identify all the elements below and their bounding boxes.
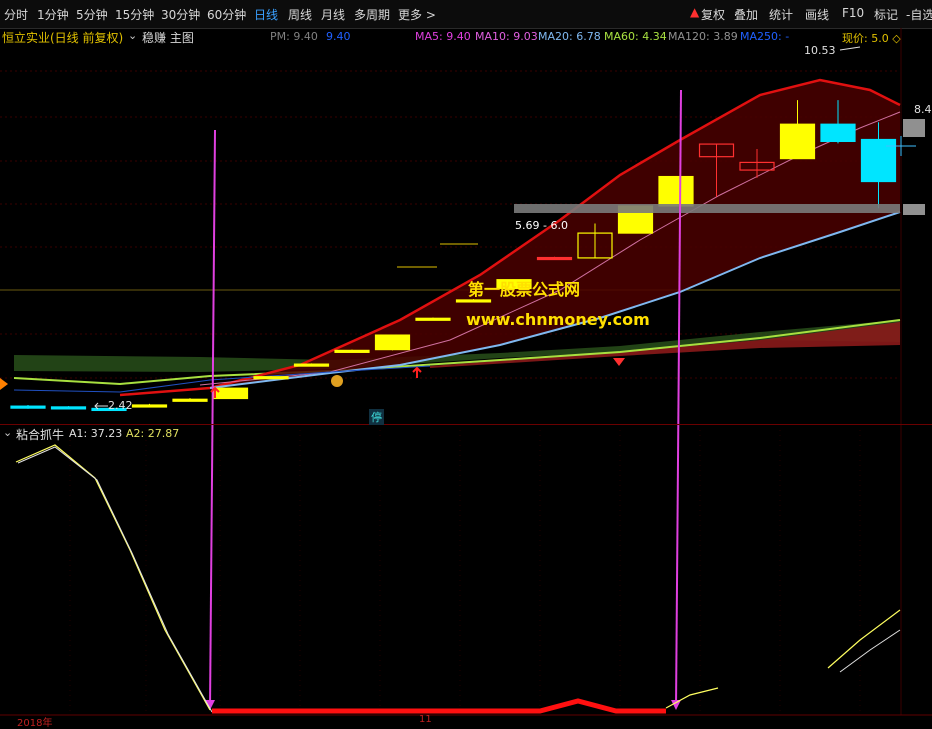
kline-chart[interactable] [0, 0, 932, 727]
sub-panel-toggle-icon[interactable]: ⌄ [3, 426, 12, 439]
candle-body [658, 175, 694, 207]
range-label: 5.69 - 6.0 [515, 219, 568, 232]
sub-indicator-name[interactable]: 粘合抓牛 [16, 426, 64, 443]
buy-signal-arrow [412, 366, 422, 378]
a1-line-end [827, 609, 901, 669]
candle-body [10, 405, 46, 409]
range-bar [514, 204, 900, 213]
signal-arrow-line [209, 129, 216, 709]
candle-body [253, 376, 289, 380]
watermark-title: 第一股票公式网 [468, 280, 581, 299]
a1-line [15, 444, 211, 711]
candle-body [455, 299, 492, 303]
price-marker-mid [903, 204, 925, 215]
trading-halt-badge: 停 [369, 409, 384, 425]
a2-value: A2: 27.87 [126, 427, 180, 440]
candle-body [374, 334, 411, 351]
candle-body [293, 363, 330, 367]
right-price-label: 8.4 [914, 103, 932, 116]
high-label-arrow [839, 46, 861, 51]
low-price-label: 2.42 [108, 399, 133, 412]
watermark-url: www.chnmoney.com [466, 310, 650, 329]
a2-line-end [839, 629, 901, 673]
high-price-label: 10.53 [804, 44, 836, 57]
money-bag-icon [331, 375, 343, 387]
panel-separator [0, 424, 932, 425]
candle-body [172, 398, 208, 402]
bottom-signal-bar [212, 698, 666, 714]
diamond-icon [613, 358, 625, 366]
candle-body [334, 349, 370, 353]
candle-body [50, 406, 87, 410]
candle-body [131, 404, 168, 408]
candle-body [820, 123, 856, 143]
left-scroll-marker [0, 378, 8, 390]
ma-bands [13, 78, 901, 397]
a1-value: A1: 37.23 [69, 427, 123, 440]
candle-body [415, 317, 451, 321]
x-axis-month-label: 11 [419, 714, 432, 725]
price-marker-high [903, 119, 925, 137]
candle-body [779, 123, 816, 160]
candle-body [536, 256, 573, 261]
a2-line [17, 446, 213, 713]
candle-body [212, 387, 249, 400]
